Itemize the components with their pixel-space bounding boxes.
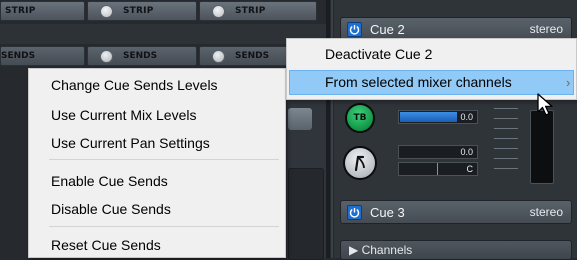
strip-button[interactable]: STRIP: [199, 1, 317, 21]
cue-name: Cue 2: [370, 21, 405, 37]
strip-button[interactable]: STRIP: [0, 1, 85, 21]
strip-row: STRIP STRIP STRIP: [0, 0, 326, 22]
level-fill: [400, 112, 457, 122]
sends-button[interactable]: SENDS: [0, 46, 85, 66]
menu-item-reset-cue-sends[interactable]: Reset Cue Sends: [51, 237, 161, 253]
level-fader[interactable]: 0.0: [398, 110, 478, 124]
cue-type: stereo: [529, 205, 563, 219]
sends-row: SENDS SENDS SENDS: [0, 46, 326, 68]
sends-indicator-icon: [212, 49, 225, 63]
meter-scale: [494, 108, 518, 182]
pan-position-value: C: [466, 164, 474, 174]
pan-level-field[interactable]: 0.0: [398, 145, 478, 159]
menu-item-use-current-mix-levels[interactable]: Use Current Mix Levels: [51, 107, 197, 123]
channels-section-header[interactable]: ▶ Channels: [340, 240, 572, 260]
menu-separator: [49, 226, 279, 227]
lock-button[interactable]: [343, 146, 377, 180]
cue-name: Cue 3: [370, 204, 405, 220]
sends-indicator-icon: [100, 49, 113, 63]
level-value: 0.0: [460, 112, 473, 122]
context-menu: Change Cue Sends Levels Use Current Mix …: [28, 68, 286, 258]
menu-item-disable-cue-sends[interactable]: Disable Cue Sends: [51, 201, 171, 217]
power-icon[interactable]: [347, 204, 362, 220]
level-meter: [530, 110, 554, 184]
strip-indicator-icon: [212, 4, 225, 18]
cue-header-cue-3[interactable]: Cue 3 stereo: [340, 200, 572, 224]
power-icon[interactable]: [347, 21, 362, 37]
mixer-strip-control[interactable]: [288, 108, 312, 130]
menu-item-change-cue-sends-levels[interactable]: Change Cue Sends Levels: [51, 77, 218, 93]
cue-submenu: Deactivate Cue 2 From selected mixer cha…: [286, 38, 577, 100]
talkback-button[interactable]: TB: [345, 103, 375, 133]
pan-position-field[interactable]: C: [398, 162, 478, 176]
pan-center-line: [437, 163, 438, 175]
lock-icon: [354, 155, 365, 172]
strip-button[interactable]: STRIP: [87, 1, 197, 21]
cue-type: stereo: [529, 22, 563, 36]
strip-indicator-icon: [100, 4, 113, 18]
menu-item-enable-cue-sends[interactable]: Enable Cue Sends: [51, 173, 168, 189]
pan-level-value: 0.0: [460, 147, 473, 157]
menu-item-use-current-pan-settings[interactable]: Use Current Pan Settings: [51, 135, 210, 151]
menu-separator: [49, 159, 279, 160]
channels-label: Channels: [361, 243, 413, 257]
mixer-strip-panel: [288, 168, 324, 260]
strip-area-background: [0, 24, 326, 44]
sends-button[interactable]: SENDS: [87, 46, 197, 66]
submenu-item-from-selected-mixer-channels[interactable]: From selected mixer channels: [325, 74, 512, 90]
mouse-pointer-icon: [537, 93, 553, 116]
submenu-item-deactivate-cue-2[interactable]: Deactivate Cue 2: [325, 46, 432, 62]
expand-triangle-icon: ▶: [349, 243, 359, 257]
chevron-right-icon: ›: [566, 75, 571, 90]
